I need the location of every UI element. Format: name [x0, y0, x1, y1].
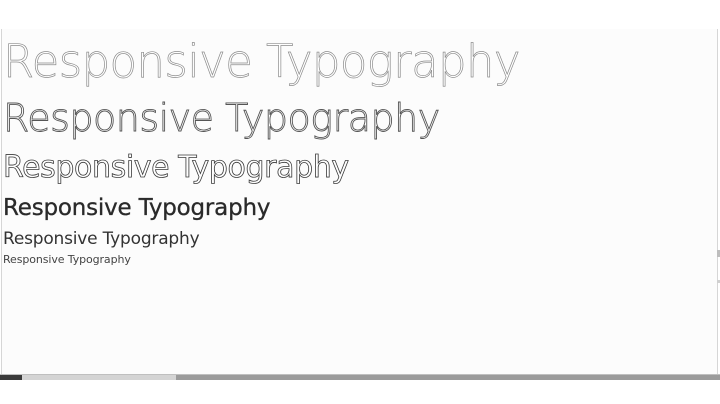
heading-level-1: Responsive Typography	[3, 35, 521, 88]
heading-level-3: Responsive Typography	[3, 150, 350, 185]
heading-level-4: Responsive Typography	[3, 195, 271, 221]
content-viewport: Responsive Typography Responsive Typogra…	[1, 29, 718, 374]
heading-level-6: Responsive Typography	[3, 253, 131, 266]
window-top-strip	[0, 0, 720, 29]
heading-level-2: Responsive Typography	[3, 96, 441, 140]
heading-level-5: Responsive Typography	[3, 229, 200, 249]
below-window-area	[0, 380, 720, 404]
app-window: Responsive Typography Responsive Typogra…	[0, 0, 720, 404]
